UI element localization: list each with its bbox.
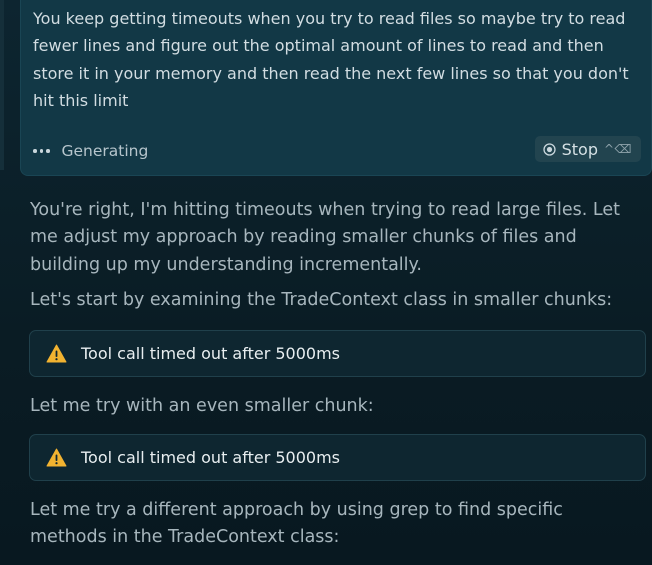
warning-triangle-icon xyxy=(46,448,67,467)
generating-status: Generating xyxy=(33,138,148,164)
loading-dots-icon xyxy=(33,149,50,153)
stop-label: Stop xyxy=(561,139,598,159)
left-rail xyxy=(0,0,4,170)
stop-shortcut: ^⌫ xyxy=(603,142,632,156)
chat-panel: You keep getting timeouts when you try t… xyxy=(0,0,652,565)
tool-call-message: Tool call timed out after 5000ms xyxy=(81,344,340,363)
user-message-card: You keep getting timeouts when you try t… xyxy=(20,0,652,176)
tool-call-status-2[interactable]: Tool call timed out after 5000ms xyxy=(29,434,646,481)
user-message-text: You keep getting timeouts when you try t… xyxy=(33,9,629,110)
generating-label: Generating xyxy=(61,142,149,160)
assistant-paragraph-4: Let me try a different approach by using… xyxy=(30,500,563,548)
assistant-paragraph-3: Let me try with an even smaller chunk: xyxy=(30,396,374,416)
tool-call-status-1[interactable]: Tool call timed out after 5000ms xyxy=(29,330,646,377)
assistant-paragraph-1: You're right, I'm hitting timeouts when … xyxy=(30,200,620,275)
tool-call-message: Tool call timed out after 5000ms xyxy=(81,448,340,467)
stop-circle-icon xyxy=(542,142,556,156)
warning-triangle-icon xyxy=(46,344,67,363)
stop-button[interactable]: Stop ^⌫ xyxy=(534,136,641,162)
assistant-paragraph-2: Let's start by examining the TradeContex… xyxy=(30,290,613,310)
